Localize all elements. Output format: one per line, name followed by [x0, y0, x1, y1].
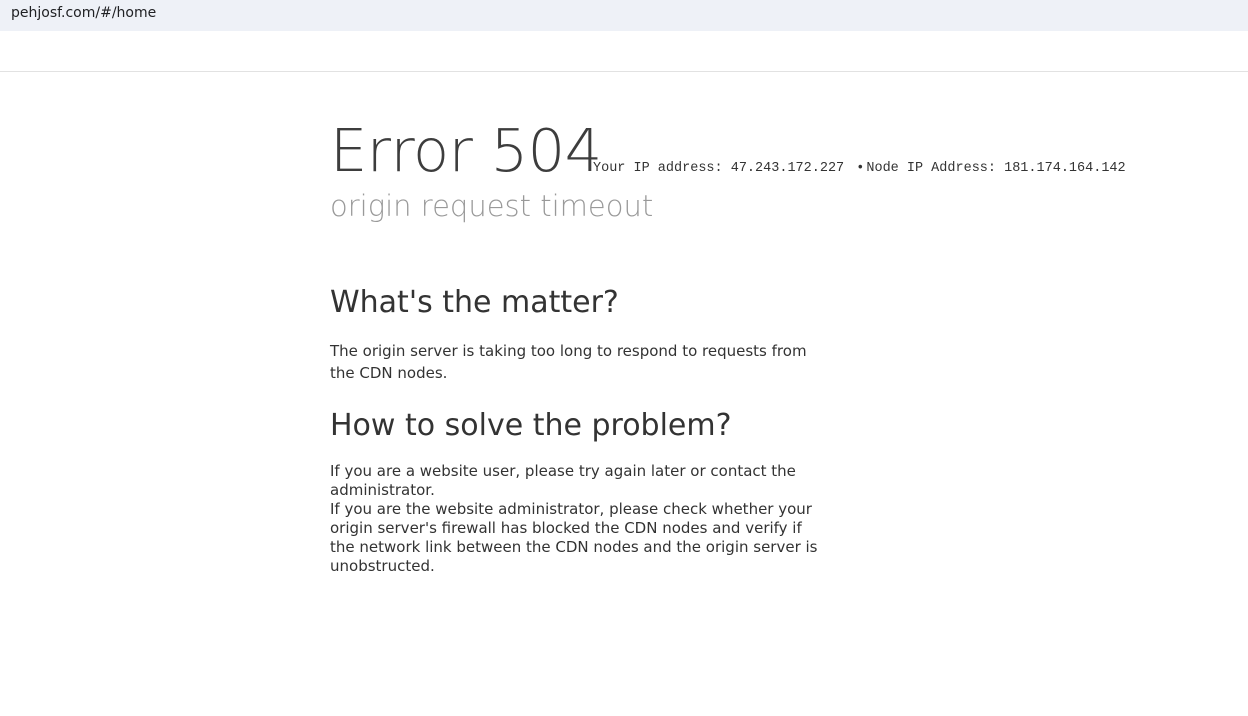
your-ip-value: 47.243.172.227 — [730, 161, 845, 176]
your-ip-label: Your IP address: — [593, 161, 723, 176]
matter-heading: What's the matter? — [330, 285, 619, 320]
node-ip-label: Node IP Address: — [866, 161, 996, 176]
solve-heading: How to solve the problem? — [330, 408, 732, 443]
ip-separator: • — [856, 161, 865, 176]
matter-text: The origin server is taking too long to … — [330, 342, 807, 382]
error-title: Error 504 — [330, 116, 602, 185]
solve-text: If you are a website user, please try ag… — [330, 462, 820, 576]
url-text[interactable]: pehjosf.com/#/home — [11, 5, 156, 21]
error-subtitle: origin request timeout — [330, 189, 654, 223]
address-bar[interactable]: pehjosf.com/#/home — [0, 0, 1248, 31]
ip-info: Your IP address: 47.243.172.227 • Node IP… — [593, 161, 1126, 176]
page-header-strip — [0, 31, 1248, 72]
solve-user-text: If you are a website user, please try ag… — [330, 462, 796, 499]
node-ip-value: 181.174.164.142 — [1004, 161, 1126, 176]
solve-admin-text: If you are the website administrator, pl… — [330, 500, 818, 575]
